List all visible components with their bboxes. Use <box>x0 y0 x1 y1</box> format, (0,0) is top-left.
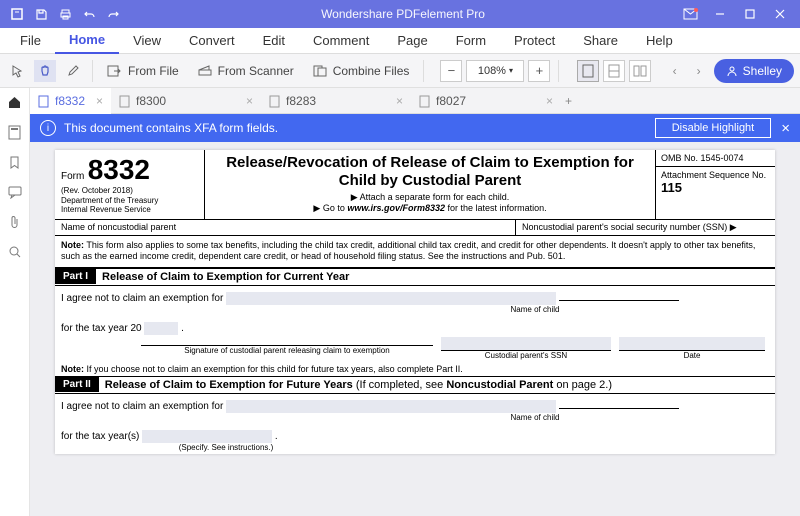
from-scanner-button[interactable]: From Scanner <box>191 58 300 84</box>
from-file-icon <box>107 64 123 78</box>
mail-icon[interactable] <box>676 3 704 25</box>
form-number: 8332 <box>88 154 150 185</box>
maximize-button[interactable] <box>736 3 764 25</box>
hand-tool-icon[interactable] <box>34 60 56 82</box>
menu-edit[interactable]: Edit <box>249 28 299 54</box>
undo-icon[interactable] <box>82 7 96 21</box>
app-logo-icon <box>10 7 24 21</box>
attachment-icon[interactable] <box>7 214 23 230</box>
pdf-tab-icon <box>269 95 281 107</box>
thumbnails-icon[interactable] <box>7 124 23 140</box>
edit-tool-icon[interactable] <box>62 60 84 82</box>
menu-view[interactable]: View <box>119 28 175 54</box>
user-pill[interactable]: Shelley <box>714 59 794 83</box>
zoom-out-button[interactable]: − <box>440 60 462 82</box>
print-icon[interactable] <box>58 7 72 21</box>
document-viewport[interactable]: Form 8332 (Rev. October 2018) Department… <box>30 142 800 516</box>
tax-year-field[interactable] <box>144 322 178 335</box>
minimize-button[interactable] <box>706 3 734 25</box>
ssn-field-label: Noncustodial parent's social security nu… <box>515 220 775 235</box>
pdf-tab-icon <box>419 95 431 107</box>
save-icon[interactable] <box>34 7 48 21</box>
tab-f8332[interactable]: f8332 × <box>30 88 111 114</box>
name-field-label: Name of noncustodial parent <box>55 220 515 235</box>
search-icon[interactable] <box>7 244 23 260</box>
zoom-in-button[interactable]: + <box>528 60 550 82</box>
menu-share[interactable]: Share <box>569 28 632 54</box>
disable-highlight-button[interactable]: Disable Highlight <box>655 118 772 138</box>
menu-comment[interactable]: Comment <box>299 28 383 54</box>
menubar: File Home View Convert Edit Comment Page… <box>0 28 800 54</box>
menu-home[interactable]: Home <box>55 28 119 54</box>
menu-protect[interactable]: Protect <box>500 28 569 54</box>
titlebar: Wondershare PDFelement Pro <box>0 0 800 28</box>
tab-close-icon[interactable]: × <box>96 94 103 108</box>
tax-years-field[interactable] <box>142 430 272 443</box>
tabstrip: f8332 × f8300 × f8283 × f8027 × + <box>30 88 800 114</box>
part2-title: Release of Claim to Exemption for Future… <box>99 377 618 393</box>
select-tool-icon[interactable] <box>6 60 28 82</box>
redo-icon[interactable] <box>106 7 120 21</box>
fit-page-icon[interactable] <box>577 60 599 82</box>
part1-label: Part I <box>55 269 96 284</box>
pdf-tab-icon <box>38 95 50 107</box>
combine-files-button[interactable]: Combine Files <box>306 58 416 84</box>
tab-close-icon[interactable]: × <box>396 94 403 108</box>
menu-file[interactable]: File <box>6 28 55 54</box>
menu-help[interactable]: Help <box>632 28 687 54</box>
add-tab-button[interactable]: + <box>565 94 572 108</box>
zoom-select[interactable]: 108%▾ <box>466 60 524 82</box>
pdf-tab-icon <box>119 95 131 107</box>
user-icon <box>726 65 738 77</box>
home-icon[interactable] <box>7 94 23 110</box>
tab-f8283[interactable]: f8283 × <box>261 88 411 114</box>
tab-close-icon[interactable]: × <box>546 94 553 108</box>
nav-prev-icon[interactable]: ‹ <box>666 60 684 82</box>
from-file-button[interactable]: From File <box>101 58 185 84</box>
comment-icon[interactable] <box>7 184 23 200</box>
notice-close-button[interactable]: × <box>781 120 790 137</box>
close-button[interactable] <box>766 3 794 25</box>
tab-f8027[interactable]: f8027 × <box>411 88 561 114</box>
bookmark-icon[interactable] <box>7 154 23 170</box>
notice-text: This document contains XFA form fields. <box>64 121 278 135</box>
menu-form[interactable]: Form <box>442 28 500 54</box>
nav-next-icon[interactable]: › <box>690 60 708 82</box>
ssn-field[interactable] <box>441 337 611 350</box>
form-title: Release/Revocation of Release of Claim t… <box>209 154 651 190</box>
tab-close-icon[interactable]: × <box>246 94 253 108</box>
form-8332-document: Form 8332 (Rev. October 2018) Department… <box>55 150 775 454</box>
page-layout-group <box>577 60 651 82</box>
app-title: Wondershare PDFelement Pro <box>130 7 676 21</box>
form-note: Note: This form also applies to some tax… <box>55 236 775 268</box>
tab-f8300[interactable]: f8300 × <box>111 88 261 114</box>
sidebar <box>0 88 30 516</box>
chevron-down-icon: ▾ <box>509 66 513 75</box>
menu-page[interactable]: Page <box>383 28 441 54</box>
part1-title: Release of Claim to Exemption for Curren… <box>96 269 355 285</box>
xfa-notice: i This document contains XFA form fields… <box>30 114 800 142</box>
scanner-icon <box>197 64 213 78</box>
date-field[interactable] <box>619 337 765 350</box>
part2-label: Part II <box>55 377 99 392</box>
menu-convert[interactable]: Convert <box>175 28 249 54</box>
child-name-field[interactable] <box>226 292 556 305</box>
two-page-icon[interactable] <box>629 60 651 82</box>
toolbar: From File From Scanner Combine Files − 1… <box>0 54 800 88</box>
info-icon: i <box>40 120 56 136</box>
fit-width-icon[interactable] <box>603 60 625 82</box>
combine-icon <box>312 64 328 78</box>
child-name-field-2[interactable] <box>226 400 556 413</box>
